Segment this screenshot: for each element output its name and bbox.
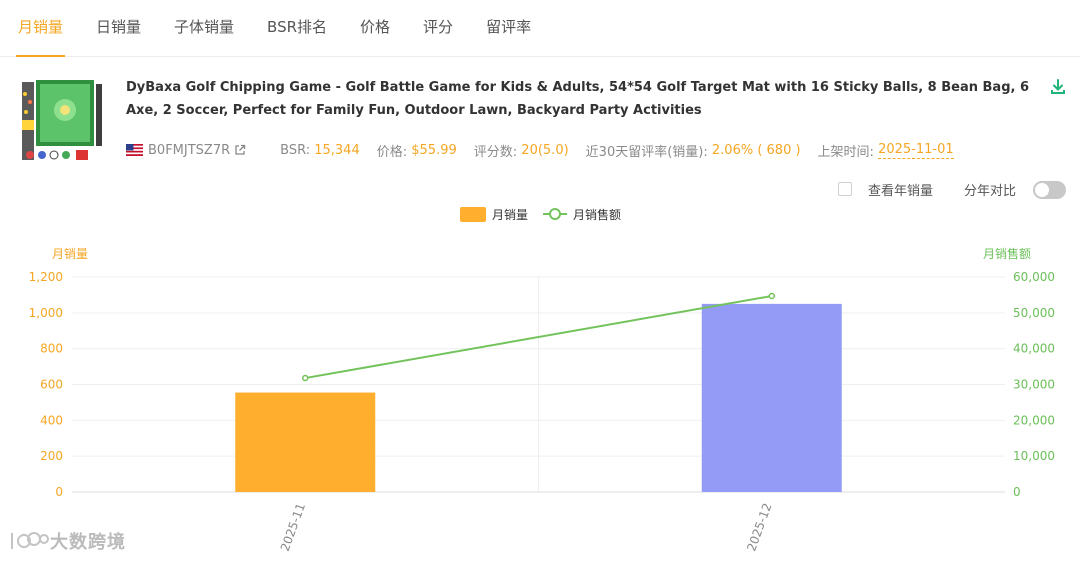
legend-swatch-bar: [460, 207, 486, 222]
rating-label: 评分数:: [473, 144, 518, 160]
tab-bsr-rank[interactable]: BSR排名: [267, 16, 327, 56]
right-tick-label: 0: [1013, 485, 1021, 499]
left-tick-label: 1,000: [29, 306, 63, 320]
right-tick-label: 40,000: [1013, 342, 1055, 356]
asin[interactable]: B0FMJTSZ7R: [148, 143, 230, 158]
legend-label-line: 月销售额: [573, 207, 621, 222]
review-rate-label: 近30天留评率(销量):: [585, 144, 708, 160]
right-tick-label: 20,000: [1013, 413, 1055, 427]
x-tick-label: 2025-11: [278, 501, 308, 553]
x-tick-label: 2025-12: [744, 501, 774, 553]
price-value: $55.99: [411, 142, 457, 158]
left-tick-label: 200: [40, 449, 63, 463]
us-flag-icon: [126, 144, 143, 156]
bar-2025-12: [701, 303, 842, 492]
bar-2025-11: [235, 392, 376, 492]
left-tick-label: 800: [40, 342, 63, 356]
download-icon[interactable]: [1050, 79, 1066, 95]
tab-price[interactable]: 价格: [360, 16, 390, 56]
line-point-2025-11: [302, 374, 309, 382]
right-tick-label: 30,000: [1013, 378, 1055, 392]
line-point-2025-12: [768, 292, 775, 300]
tab-rating[interactable]: 评分: [423, 16, 453, 56]
year-compare-toggle[interactable]: [1033, 181, 1066, 199]
sales-chart: 0 0 200 10,000 400 20,000 600 30,000 800 40,000 1,…: [29, 207, 1055, 553]
logo-icon: [11, 532, 49, 549]
legend-swatch-marker: [549, 208, 561, 220]
left-tick-label: 600: [40, 378, 63, 392]
product-meta: B0FMJTSZ7R BSR: 15,344 价格: $55.99 评分数: 2…: [126, 140, 954, 160]
listed-date-label: 上架时间:: [817, 144, 874, 160]
left-tick-label: 400: [40, 413, 63, 427]
year-compare-label: 分年对比: [964, 184, 1017, 199]
yearly-sales-checkbox[interactable]: [838, 182, 852, 196]
watermark: 大数跨境: [8, 528, 126, 554]
price-label: 价格:: [376, 144, 408, 160]
tab-review-rate[interactable]: 留评率: [486, 16, 531, 56]
tab-bar: 月销量 日销量 子体销量 BSR排名 价格 评分 留评率: [0, 0, 1080, 57]
bsr-label: BSR:: [280, 142, 311, 158]
right-tick-label: 50,000: [1013, 306, 1055, 320]
left-axis-title: 月销量: [52, 247, 88, 261]
tab-daily-sales[interactable]: 日销量: [96, 16, 141, 56]
review-rate-value: 2.06% ( 680 ): [711, 142, 801, 158]
product-image[interactable]: [22, 80, 104, 162]
legend-label-bar: 月销量: [492, 208, 528, 222]
right-tick-label: 60,000: [1013, 270, 1055, 284]
rating-value: 20(5.0): [521, 142, 569, 158]
left-tick-label: 1,200: [29, 270, 63, 284]
product-title[interactable]: DyBaxa Golf Chipping Game - Golf Battle …: [126, 76, 1041, 122]
right-tick-label: 10,000: [1013, 449, 1055, 463]
right-axis-title: 月销售额: [983, 246, 1031, 261]
tab-monthly-sales[interactable]: 月销量: [15, 16, 66, 57]
tab-variant-sales[interactable]: 子体销量: [174, 16, 234, 56]
bsr-value: 15,344: [314, 142, 360, 158]
left-tick-label: 0: [55, 485, 63, 499]
external-link-icon[interactable]: [234, 144, 246, 156]
toggle-knob: [1035, 183, 1049, 197]
yearly-sales-label[interactable]: 查看年销量: [868, 180, 933, 199]
listed-date-value: 2025-11-01: [878, 141, 954, 159]
watermark-text: 大数跨境: [50, 532, 126, 553]
